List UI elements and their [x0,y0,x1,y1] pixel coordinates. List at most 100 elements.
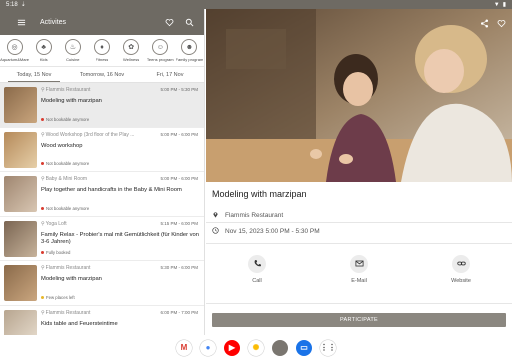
location-text: Flammis Restaurant [45,87,91,93]
lotus-icon: ✿ [123,39,140,55]
chrome-app-icon[interactable]: ● [200,339,216,356]
category-fitness[interactable]: ♦ Fitness [87,39,116,62]
youtube-app-icon[interactable]: ▶ [224,339,240,356]
activity-time: 6:00 PM - 7:00 PM [160,309,198,315]
availability-status: Not bookable anymore [41,161,89,166]
tab-date-0[interactable]: Today, 15 Nov [0,67,68,82]
category-aquarium-mare[interactable]: ◎ Aquarium&Mare [0,39,29,62]
tab-date-2[interactable]: Fri, 17 Nov [136,67,204,82]
availability-status: Not bookable anymore [41,117,89,122]
activity-body: ⚲ Yoga Loft 5:15 PM - 6:00 PM Family Relax … [37,221,200,261]
email-button[interactable]: E-Mail [308,255,410,284]
activity-time: 5:00 PM - 6:00 PM [160,176,198,181]
status-dot-icon [41,295,44,299]
status-dot-icon [41,206,44,210]
category-wellness[interactable]: ✿ Wellness [117,39,146,62]
teen-icon: ☺ [152,39,169,55]
status-text: Not bookable anymore [46,161,90,166]
availability-status: Not bookable anymore [41,206,89,211]
activity-thumbnail [4,265,37,301]
location-pin-icon: ⚲ [41,220,45,227]
activity-name: Modeling with marzipan [41,276,102,282]
call-button[interactable]: Call [206,255,308,284]
favorite-icon[interactable] [162,15,176,29]
date-tabs: Today, 15 Nov Tomorrow, 16 Nov Fri, 17 Nov [0,67,204,83]
search-icon[interactable] [182,15,196,29]
availability-status: Fully booked [41,250,70,255]
taskbar: M ● ▶ ✺ ▭ ⋮⋮ [0,335,512,360]
app-bar: Activites [0,9,204,35]
status-dot-icon [41,251,44,254]
page-title: Activites [40,18,67,26]
list-item[interactable]: ⚲ Yoga Loft 5:15 PM - 6:00 PM Family Relax … [0,217,204,261]
website-label: Website [451,278,471,284]
list-item[interactable]: ⚲ Baby & Mini Room 5:00 PM - 6:00 PM Play t… [0,172,204,217]
activity-thumbnail [4,220,37,257]
app-icon[interactable] [272,339,288,356]
divider [206,303,512,304]
status-text: Not bookable anymore [46,116,90,122]
activity-thumbnail [4,176,37,212]
category-bar: ◎ Aquarium&Mare ♣ Kids ♨ Cuisine ♦ Fitness ✿ Well… [0,35,204,67]
category-label: Kids [39,57,48,62]
category-label: Cuisine [66,57,80,62]
category-label: Family program [175,57,204,62]
activity-title: Modeling with marzipan [212,189,307,199]
contact-actions: Call E-Mail Website [206,255,512,284]
activity-location: ⚲ Wood Workshop (3rd floor of the Play ..… [41,132,153,138]
category-label: Aquarium&Mare [0,57,30,62]
favorite-icon[interactable] [497,15,506,33]
category-family-program[interactable]: ☻ Family program [175,39,204,62]
website-button[interactable]: Website [410,255,512,284]
activity-location: ⚲ Flammis Restaurant [41,265,153,271]
messages-app-icon[interactable]: ▭ [296,339,312,356]
stroller-icon: ♣ [35,39,52,55]
list-item[interactable]: ⚲ Flammis Restaurant 5:00 PM - 5:30 PM Mode… [0,83,204,128]
call-label: Call [252,278,262,284]
gmail-app-icon[interactable]: M [176,339,192,356]
wifi-icon: ▼ [493,1,500,8]
share-icon[interactable] [480,15,489,33]
category-teens-program[interactable]: ☺ Teens program [146,39,175,62]
participate-button[interactable]: PARTICIPATE [212,313,506,327]
datetime-text: Nov 15, 2023 5:00 PM - 5:30 PM [225,228,320,235]
activity-body: ⚲ Flammis Restaurant 6:00 PM - 7:00 PM Kids… [37,310,200,336]
activity-body: ⚲ Baby & Mini Room 5:00 PM - 6:00 PM Play t… [37,176,200,216]
clock-icon [212,227,219,236]
category-label: Wellness [123,57,140,62]
mail-icon [354,255,364,273]
activity-time: 5:15 PM - 6:00 PM [160,220,198,226]
photos-app-icon[interactable]: ✺ [248,339,264,356]
activity-body: ⚲ Flammis Restaurant 5:30 PM - 6:00 PM Mode… [37,265,200,305]
activity-thumbnail [4,309,37,335]
location-pin-icon: ⚲ [41,265,45,271]
availability-status: Few places left [41,295,75,300]
activity-location: ⚲ Baby & Mini Room [41,176,153,182]
fitness-icon: ♦ [93,39,110,55]
list-item[interactable]: ⚲ Wood Workshop (3rd floor of the Play ..… [0,128,204,172]
status-dot-icon [41,117,44,121]
category-label: Fitness [95,57,109,62]
app-drawer-icon[interactable]: ⋮⋮ [320,339,336,356]
status-text: Few places left [46,294,75,300]
category-cuisine[interactable]: ♨ Cuisine [58,39,87,62]
activity-name: Modeling with marzipan [41,98,102,104]
status-bar: 5:18 ⇣ ▼ ▮ [0,0,512,9]
list-item[interactable]: ⚲ Flammis Restaurant 6:00 PM - 7:00 PM Kids… [0,306,204,336]
activity-time: 5:30 PM - 6:00 PM [160,265,198,270]
activity-name: Kids table and Feuersteintime [41,320,118,327]
location-pin-icon: ⚲ [41,176,45,182]
tab-date-1[interactable]: Tomorrow, 16 Nov [68,67,136,82]
activity-photo [206,9,512,182]
list-item[interactable]: ⚲ Flammis Restaurant 5:30 PM - 6:00 PM Mode… [0,261,204,306]
activity-thumbnail [4,131,37,168]
activity-location: ⚲ Yoga Loft [41,221,153,227]
category-kids[interactable]: ♣ Kids [29,39,58,62]
location-pin-icon: ⚲ [41,131,45,138]
location-text: Baby & Mini Room [45,176,88,182]
activity-body: ⚲ Flammis Restaurant 5:00 PM - 5:30 PM Mode… [37,87,200,127]
location-pin-icon: ⚲ [41,87,45,93]
category-label: Teens program [146,57,174,62]
activity-thumbnail [4,87,37,123]
menu-icon[interactable] [14,15,28,29]
